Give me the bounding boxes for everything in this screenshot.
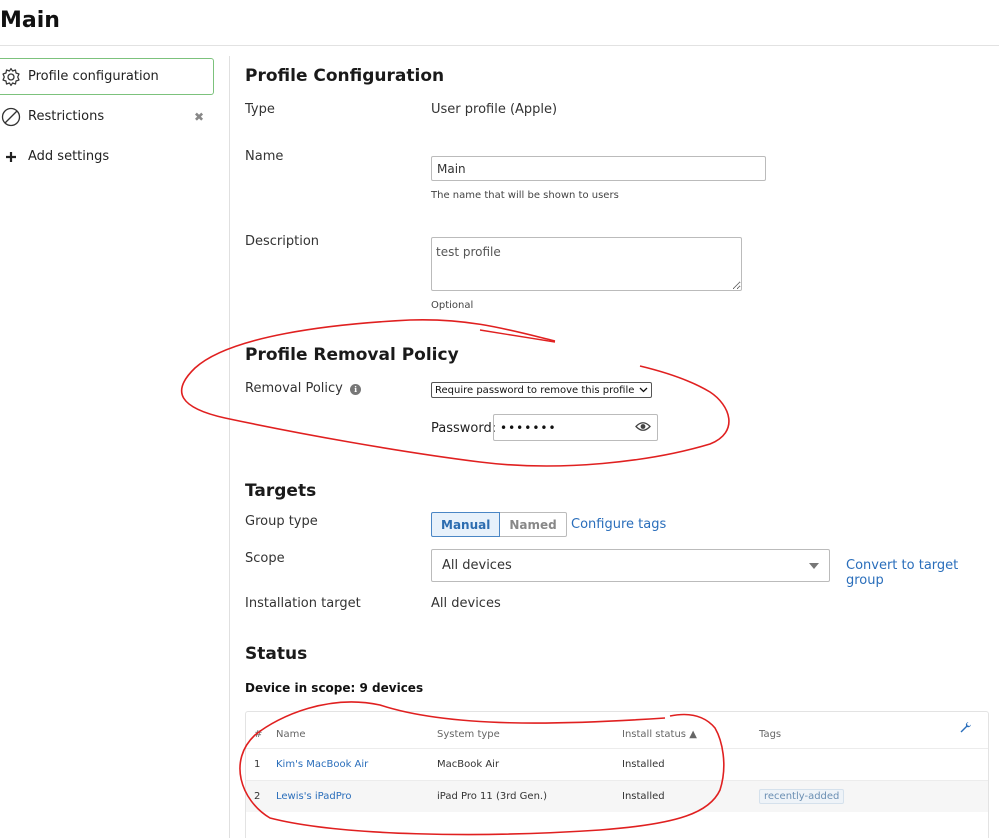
- device-scope-count: Device in scope: 9 devices: [245, 681, 424, 695]
- installation-target-value: All devices: [431, 596, 501, 611]
- sidebar-item-restrictions[interactable]: Restrictions ✖: [0, 98, 214, 135]
- row-number: 2: [254, 791, 261, 802]
- profile-configuration-heading: Profile Configuration: [245, 66, 445, 86]
- column-header-name[interactable]: Name: [276, 729, 306, 740]
- scope-select[interactable]: All devices: [431, 549, 830, 582]
- password-value: •••••••: [500, 420, 557, 435]
- group-type-manual-button[interactable]: Manual: [431, 512, 501, 537]
- installation-target-label: Installation target: [245, 596, 361, 611]
- password-label: Password:: [431, 421, 497, 436]
- configure-tags-link[interactable]: Configure tags: [571, 517, 666, 532]
- group-type-label: Group type: [245, 514, 318, 529]
- group-type-toggle[interactable]: Manual Named: [431, 512, 567, 537]
- column-header-tags[interactable]: Tags: [759, 729, 781, 740]
- wrench-icon[interactable]: [959, 721, 972, 738]
- install-status-cell: Installed: [622, 791, 665, 802]
- status-heading: Status: [245, 644, 308, 664]
- plus-icon: [0, 146, 22, 168]
- convert-to-target-group-link[interactable]: Convert to target group: [846, 558, 999, 588]
- group-type-named-button[interactable]: Named: [500, 512, 567, 537]
- description-hint: Optional: [431, 300, 474, 311]
- sidebar-item-label: Add settings: [28, 149, 110, 164]
- description-label: Description: [245, 234, 320, 249]
- removal-policy-value: Require password to remove this profile: [435, 384, 635, 396]
- tag-badge[interactable]: recently-added: [759, 789, 845, 804]
- eye-icon[interactable]: [635, 420, 651, 436]
- removal-policy-select[interactable]: Require password to remove this profile: [431, 382, 653, 398]
- scope-value: All devices: [442, 558, 512, 573]
- removal-policy-heading: Profile Removal Policy: [245, 345, 459, 365]
- table-row[interactable]: 2 Lewis's iPadPro iPad Pro 11 (3rd Gen.)…: [246, 780, 988, 812]
- title-divider: [0, 45, 999, 46]
- chevron-down-icon: [639, 387, 648, 393]
- system-type-cell: iPad Pro 11 (3rd Gen.): [437, 791, 548, 802]
- sidebar-divider: [229, 56, 230, 838]
- annotation-loop-removal-policy-tail: [479, 329, 556, 343]
- removal-policy-label-text: Removal Policy: [245, 381, 343, 396]
- row-number: 1: [254, 759, 261, 770]
- info-icon[interactable]: ℹ: [350, 384, 362, 395]
- column-header-number: #: [254, 729, 263, 740]
- page-title: Main: [0, 8, 60, 33]
- sidebar-item-profile-configuration[interactable]: Profile configuration: [0, 58, 214, 95]
- name-label: Name: [245, 149, 284, 164]
- name-hint: The name that will be shown to users: [431, 190, 619, 201]
- device-name-link[interactable]: Lewis's iPadPro: [276, 791, 352, 802]
- type-label: Type: [245, 102, 275, 117]
- type-value: User profile (Apple): [431, 102, 558, 117]
- sidebar-item-add-settings[interactable]: Add settings: [0, 138, 214, 175]
- removal-policy-label: Removal Policy ℹ: [245, 381, 362, 396]
- sidebar-item-label: Restrictions: [28, 109, 105, 124]
- prohibited-icon: [0, 106, 22, 128]
- device-table: # Name System type Install status ▲ Tags…: [245, 711, 989, 838]
- caret-down-icon: [809, 562, 819, 569]
- column-header-system-type[interactable]: System type: [437, 729, 500, 740]
- device-name-link[interactable]: Kim's MacBook Air: [276, 759, 368, 770]
- gear-icon: [0, 66, 22, 88]
- description-textarea[interactable]: test profile: [431, 237, 742, 291]
- scope-label: Scope: [245, 551, 285, 566]
- targets-heading: Targets: [245, 481, 317, 501]
- table-row[interactable]: 1 Kim's MacBook Air MacBook Air Installe…: [246, 748, 988, 780]
- system-type-cell: MacBook Air: [437, 759, 500, 770]
- name-input[interactable]: [431, 156, 766, 181]
- column-header-install-status[interactable]: Install status ▲: [622, 729, 697, 740]
- sidebar-item-label: Profile configuration: [28, 69, 159, 84]
- remove-icon[interactable]: ✖: [194, 110, 204, 124]
- install-status-cell: Installed: [622, 759, 665, 770]
- password-field[interactable]: •••••••: [493, 414, 658, 441]
